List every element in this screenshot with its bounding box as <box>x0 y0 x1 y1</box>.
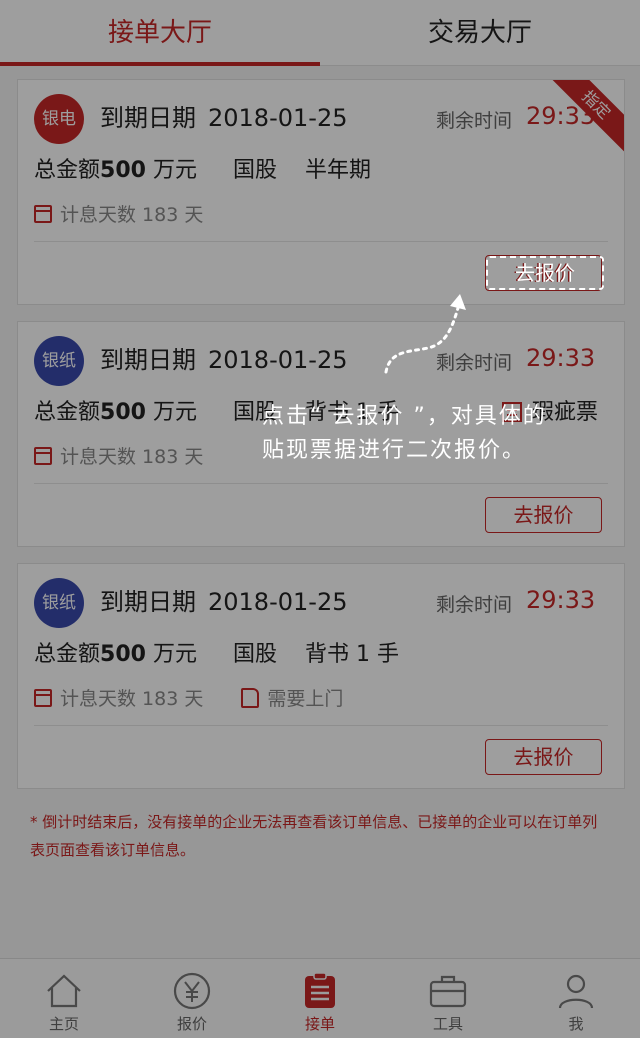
pointer-arrow-icon <box>384 294 466 374</box>
highlighted-quote-button[interactable]: 去报价 <box>486 256 604 290</box>
tutorial-overlay[interactable]: 去报价 点击“ 去报价 ”，对具体的贴现票据进行二次报价。 <box>0 0 640 1038</box>
tutorial-tip: 点击“ 去报价 ”，对具体的贴现票据进行二次报价。 <box>262 404 547 463</box>
